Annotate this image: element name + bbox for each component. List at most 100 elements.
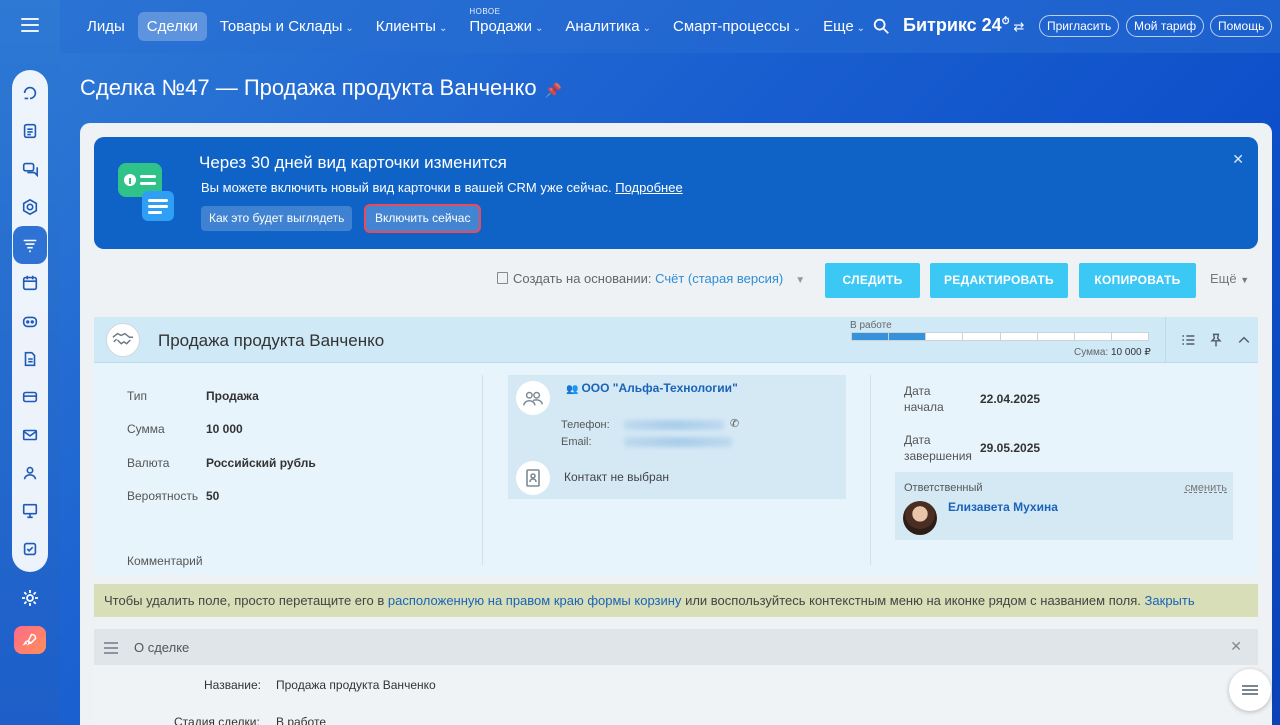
follow-button[interactable]: СЛЕДИТЬ: [825, 263, 920, 298]
stage-segment[interactable]: [1038, 333, 1075, 340]
sidebar-icon-panel: [12, 70, 48, 572]
field-comment[interactable]: Комментарий: [127, 554, 203, 568]
column-divider: [870, 375, 871, 565]
sidebar-item-hex[interactable]: [12, 188, 48, 226]
email-value-blurred[interactable]: [624, 437, 732, 447]
edit-button[interactable]: РЕДАКТИРОВАТЬ: [930, 263, 1068, 298]
section-close-icon[interactable]: ✕: [1230, 638, 1242, 655]
learn-more-link[interactable]: Подробнее: [615, 180, 682, 195]
company-name: ООО "Альфа-Технологии": [581, 381, 738, 395]
nav-item-5[interactable]: Аналитика ⌄: [556, 12, 660, 41]
nav-item-label: Продажи: [469, 18, 532, 35]
sidebar-item-tasks[interactable]: [12, 112, 48, 150]
mail-icon: [22, 429, 38, 441]
field-probability[interactable]: Вероятность 50: [127, 489, 219, 503]
chevron-down-icon[interactable]: ▼: [795, 275, 805, 286]
invite-button[interactable]: Пригласить: [1039, 15, 1120, 37]
rocket-icon[interactable]: [14, 626, 46, 654]
stage-segment[interactable]: [926, 333, 964, 340]
about-stage-value[interactable]: В работе: [276, 715, 326, 725]
create-based-value[interactable]: Счёт (старая версия): [655, 271, 783, 286]
nav-item-4[interactable]: НОВОЕ Продажи ⌄: [460, 7, 552, 41]
company-link[interactable]: 👥 ООО "Альфа-Технологии": [566, 381, 738, 395]
pin-icon[interactable]: 📌: [545, 82, 562, 99]
end-date-label-1: Дата: [904, 433, 931, 447]
about-name-value[interactable]: Продажа продукта Ванченко: [276, 678, 436, 692]
sidebar-item-sites[interactable]: [12, 492, 48, 530]
contact-book-icon: [516, 461, 550, 495]
responsible-block: Ответственный сменить Елизавета Мухина: [895, 472, 1233, 540]
avatar[interactable]: [903, 501, 937, 535]
settings-gear-icon[interactable]: [20, 588, 40, 608]
field-end-date[interactable]: Дата завершения 29.05.2025: [904, 432, 1040, 464]
sidebar-item-bot[interactable]: [12, 302, 48, 340]
about-deal-header: О сделке ✕: [94, 629, 1258, 665]
brand-name: Битрикс 24: [903, 15, 1002, 35]
nav-item-label: Еще: [823, 18, 854, 35]
client-block: 👥 ООО "Альфа-Технологии" Телефон: ✆ Email…: [508, 375, 846, 499]
clock-icon: ⏱: [1001, 16, 1010, 27]
nav-item-7[interactable]: Еще ⌄: [814, 12, 874, 41]
nav-item-2[interactable]: Товары и Склады ⌄: [211, 12, 363, 41]
phone-call-icon[interactable]: ✆: [730, 417, 739, 430]
nav-item-6[interactable]: Смарт-процессы ⌄: [664, 12, 810, 41]
list-settings-icon[interactable]: [1174, 326, 1202, 354]
field-sum-value: 10 000: [206, 422, 243, 436]
stage-segment[interactable]: [1075, 333, 1112, 340]
drag-handle-icon[interactable]: [104, 642, 118, 657]
stage-segment[interactable]: [1001, 333, 1038, 340]
trash-area-link[interactable]: расположенную на правом краю формы корзи…: [388, 593, 682, 608]
stage-segment[interactable]: [1112, 333, 1148, 340]
enable-now-button[interactable]: Включить сейчас: [364, 204, 482, 233]
stage-segment[interactable]: [889, 333, 927, 340]
field-start-date[interactable]: Дата начала 22.04.2025: [904, 383, 1040, 415]
stage-segment[interactable]: [963, 333, 1001, 340]
hint-close-link[interactable]: Закрыть: [1145, 593, 1195, 608]
deal-header: Продажа продукта Ванченко В работе Сумма…: [94, 317, 1258, 363]
sidebar-item-chat[interactable]: [12, 150, 48, 188]
stage-label: В работе: [850, 320, 892, 331]
sidebar-item-employees[interactable]: [12, 454, 48, 492]
my-tariff-button[interactable]: Мой тариф: [1126, 15, 1205, 37]
email-label: Email:: [561, 436, 592, 448]
sidebar-item-checklist[interactable]: [12, 530, 48, 568]
field-sum-label: Сумма: [127, 422, 165, 436]
sidebar-item-crm[interactable]: [13, 226, 47, 264]
stage-progress-bar[interactable]: [851, 332, 1149, 341]
handshake-icon: [106, 323, 140, 357]
left-sidebar: [0, 0, 60, 725]
phone-value-blurred[interactable]: [624, 420, 724, 430]
responsible-name-link[interactable]: Елизавета Мухина: [948, 500, 1058, 514]
nav-item-0[interactable]: Лиды: [78, 12, 134, 41]
preview-button[interactable]: Как это будет выглядеть: [201, 206, 353, 231]
floating-menu-button[interactable]: [1229, 669, 1271, 711]
search-icon[interactable]: [872, 17, 890, 35]
contact-empty-text[interactable]: Контакт не выбран: [564, 470, 669, 484]
copy-button[interactable]: КОПИРОВАТЬ: [1079, 263, 1196, 298]
change-responsible-link[interactable]: сменить: [1185, 482, 1227, 494]
sidebar-item-calendar[interactable]: [12, 264, 48, 302]
sidebar-item-feed[interactable]: [12, 74, 48, 112]
create-based-on[interactable]: Создать на основании: Счёт (старая верси…: [497, 271, 805, 286]
banner-close-icon[interactable]: ✕: [1232, 151, 1244, 168]
help-button[interactable]: Помощь: [1210, 15, 1273, 37]
menu-burger-icon[interactable]: [21, 18, 39, 32]
sidebar-item-store[interactable]: [12, 378, 48, 416]
sidebar-item-mail[interactable]: [12, 416, 48, 454]
settings-slider-icon[interactable]: ⇄: [1014, 19, 1025, 34]
sidebar-item-docs[interactable]: [12, 340, 48, 378]
nav-menu: Лиды Сделки Товары и Склады ⌄ Клиенты ⌄ НОВОЕ П…: [78, 7, 878, 41]
nav-item-3[interactable]: Клиенты ⌄: [367, 12, 457, 41]
field-type[interactable]: Тип Продажа: [127, 389, 259, 403]
field-sum[interactable]: Сумма 10 000: [127, 422, 243, 436]
nav-item-label: Аналитика: [565, 18, 640, 35]
chevron-up-icon[interactable]: [1230, 326, 1258, 354]
nav-item-1[interactable]: Сделки: [137, 12, 207, 41]
more-label: Ещё: [1210, 271, 1237, 286]
field-currency[interactable]: Валюта Российский рубль: [127, 456, 316, 470]
more-button[interactable]: Ещё ▼: [1210, 271, 1249, 286]
brand-logo[interactable]: Битрикс 24⏱ ⇄: [903, 15, 1024, 36]
pin-icon[interactable]: [1202, 326, 1230, 354]
start-date-value: 22.04.2025: [980, 392, 1041, 406]
stage-segment[interactable]: [852, 333, 890, 340]
